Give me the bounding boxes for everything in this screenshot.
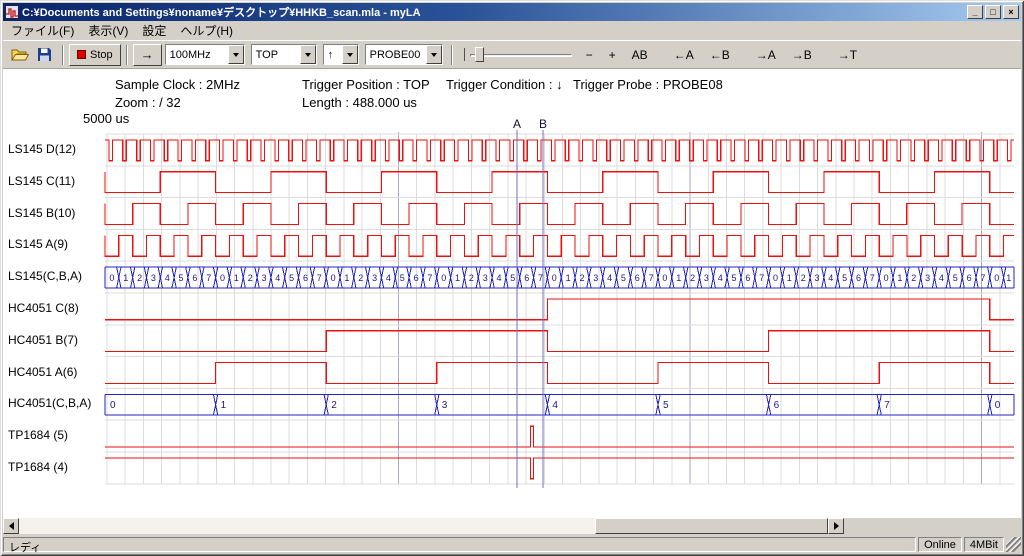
menu-view[interactable]: 表示(V): [81, 21, 135, 40]
dropdown-arrow-icon[interactable]: [426, 45, 442, 64]
open-file-button[interactable]: [7, 44, 32, 66]
zoom-in-button[interactable]: +: [603, 45, 622, 65]
status-online: Online: [918, 537, 962, 552]
logic-analyzer-window: 0123456701234567012345670123456701234567…: [0, 0, 1024, 556]
dropdown-arrow-icon[interactable]: [228, 45, 244, 64]
menu-file[interactable]: ファイル(F): [4, 21, 81, 40]
window-title: C:¥Documents and Settings¥noname¥デスクトップ¥…: [22, 4, 964, 20]
stop-icon: [77, 50, 86, 59]
window-controls: _ □ ×: [967, 5, 1019, 19]
horizontal-scrollbar[interactable]: [3, 518, 844, 534]
goto-a-left-button[interactable]: ←A: [668, 45, 700, 65]
trigger-probe-select[interactable]: PROBE00: [365, 44, 443, 65]
save-file-button[interactable]: [32, 44, 57, 66]
menu-settings[interactable]: 設定: [135, 21, 173, 40]
clock-select[interactable]: 100MHz: [165, 44, 245, 65]
scroll-right-button[interactable]: [828, 518, 844, 534]
save-floppy-icon: [38, 48, 51, 61]
close-button[interactable]: ×: [1003, 5, 1019, 19]
menubar: ファイル(F) 表示(V) 設定 ヘルプ(H): [3, 21, 1021, 40]
slider-groove[interactable]: [470, 54, 572, 57]
trigger-edge-select[interactable]: ↑: [323, 44, 359, 65]
scrollbar-thumb[interactable]: [595, 518, 828, 534]
trigger-edge-value: ↑: [324, 45, 342, 64]
maximize-button[interactable]: □: [985, 5, 1001, 19]
resize-grip[interactable]: [1006, 537, 1021, 552]
goto-a-right-button[interactable]: →A: [750, 45, 782, 65]
zoom-slider[interactable]: [462, 45, 574, 65]
waveform-area: [3, 69, 1021, 518]
minimize-button[interactable]: _: [967, 5, 983, 19]
ab-button[interactable]: AB: [626, 45, 654, 65]
slider-tick: [464, 48, 465, 61]
dropdown-arrow-icon[interactable]: [300, 45, 316, 64]
menu-help[interactable]: ヘルプ(H): [173, 21, 240, 40]
zoom-out-button[interactable]: −: [580, 45, 599, 65]
toolbar-separator: [126, 45, 128, 65]
dropdown-arrow-icon[interactable]: [342, 45, 358, 64]
goto-b-left-button[interactable]: ←B: [704, 45, 736, 65]
clock-value: 100MHz: [166, 45, 228, 64]
slider-thumb-handle[interactable]: [475, 47, 484, 62]
scroll-left-button[interactable]: [3, 518, 19, 534]
goto-b-right-button[interactable]: →B: [786, 45, 818, 65]
scroll-left-arrow-icon: [5, 522, 14, 530]
app-icon: [5, 5, 19, 19]
scroll-right-arrow-icon: [834, 522, 843, 530]
statusbar: レディ Online 4MBit: [3, 536, 1021, 553]
status-ready: レディ: [3, 537, 916, 552]
toolbar-separator: [451, 45, 453, 65]
toolbar-separator: [62, 45, 64, 65]
titlebar: C:¥Documents and Settings¥noname¥デスクトップ¥…: [3, 3, 1021, 21]
stop-label: Stop: [90, 49, 113, 61]
trigger-position-select[interactable]: TOP: [251, 44, 317, 65]
goto-trigger-button[interactable]: →T: [832, 45, 863, 65]
stop-button[interactable]: Stop: [69, 44, 121, 66]
trigger-probe-value: PROBE00: [366, 45, 426, 64]
open-folder-icon: [11, 48, 29, 61]
status-memory: 4MBit: [964, 537, 1004, 552]
run-button[interactable]: →: [133, 44, 162, 66]
trigger-position-value: TOP: [252, 45, 300, 64]
toolbar: Stop → 100MHz TOP ↑ PROBE00 − + AB ←A: [3, 40, 1021, 69]
